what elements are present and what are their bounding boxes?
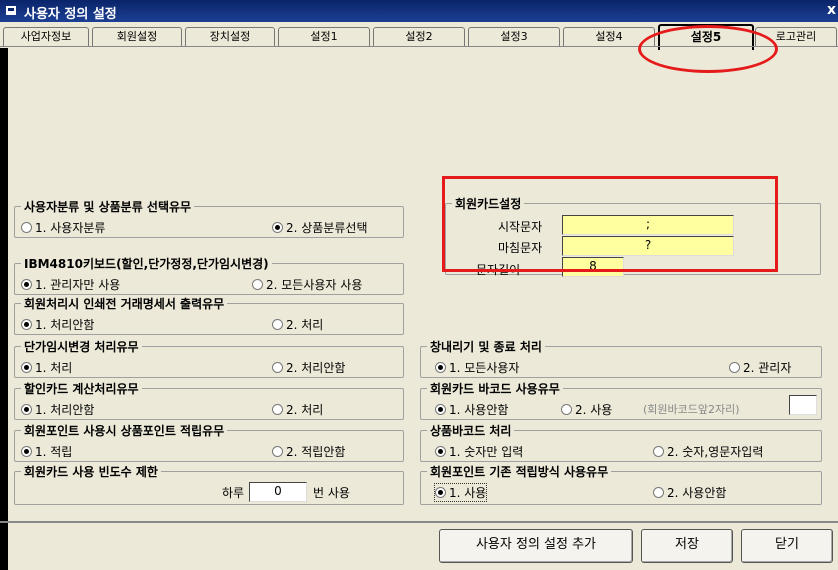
highlight-oval (638, 25, 778, 73)
radio-price-change-yes[interactable]: 1. 처리 (21, 359, 72, 376)
radio-member-print-yes[interactable]: 2. 처리 (272, 316, 323, 333)
radio-ibm-all[interactable]: 2. 모든사용자 사용 (252, 276, 362, 293)
radio-ibm-admin[interactable]: 1. 관리자만 사용 (21, 276, 120, 293)
barcode-hint: (회원바코드앞2자리) (643, 403, 740, 416)
radio-price-change-no[interactable]: 2. 처리안함 (272, 359, 345, 376)
radio-icon (729, 362, 740, 373)
group-title: 회원처리시 인쇄전 거래명세서 출력유무 (21, 295, 228, 312)
radio-discount-no[interactable]: 1. 처리안함 (21, 401, 94, 418)
radio-barcode-yes[interactable]: 2. 사용 (561, 401, 612, 418)
radio-basis-none[interactable]: 2. 사용안함 (653, 484, 726, 501)
group-title: 창내리기 및 종료 처리 (427, 338, 545, 355)
group-point-basis: 회원포인트 기존 적립방식 사용유무 1. 사용 2. 사용안함 (420, 463, 822, 505)
close-icon[interactable]: x (827, 2, 836, 18)
group-classify: 사용자분류 및 상품분류 선택유무 1. 사용자분류 2. 상품분류선택 (14, 198, 404, 238)
card-limit-input[interactable]: 0 (249, 482, 307, 502)
add-custom-setting-button[interactable]: 사용자 정의 설정 추가 (439, 529, 633, 563)
group-ibm: IBM4810키보드(할인,단가정정,단가임시변경) 1. 관리자만 사용 2.… (14, 255, 404, 295)
window-icon (6, 6, 16, 15)
group-window-exit: 창내리기 및 종료 처리 1. 모든사용자 2. 관리자 (420, 338, 822, 378)
window-title: 사용자 정의 설정 (24, 7, 117, 22)
group-card-barcode: 회원카드 바코드 사용유무 1. 사용안함 2. 사용 (회원바코드앞2자리) (420, 380, 822, 420)
radio-classify-product[interactable]: 2. 상품분류선택 (272, 219, 368, 236)
tab-member[interactable]: 회원설정 (92, 27, 182, 46)
radio-discount-yes[interactable]: 2. 처리 (272, 401, 323, 418)
barcode-prefix-input[interactable] (789, 395, 817, 415)
radio-exit-all[interactable]: 1. 모든사용자 (435, 359, 519, 376)
radio-icon (653, 487, 664, 498)
radio-point-accrue[interactable]: 1. 적립 (21, 443, 72, 460)
settings-window: 사용자 정의 설정 x 사업자정보 회원설정 장치설정 설정1 설정2 설정3 … (0, 0, 838, 570)
radio-icon (272, 319, 283, 330)
group-title: 상품바코드 처리 (427, 422, 515, 439)
radio-icon (561, 404, 572, 415)
radio-icon (21, 404, 32, 415)
radio-exit-admin[interactable]: 2. 관리자 (729, 359, 791, 376)
group-title: 할인카드 계산처리유무 (21, 380, 142, 397)
radio-icon (435, 487, 446, 498)
card-limit-prefix: 하루 (222, 486, 245, 500)
radio-product-num[interactable]: 1. 숫자만 입력 (435, 443, 523, 460)
card-limit-suffix: 번 사용 (313, 486, 350, 500)
group-title: 회원카드 사용 빈도수 제한 (21, 463, 161, 480)
radio-point-none[interactable]: 2. 적립안함 (272, 443, 345, 460)
radio-icon (272, 362, 283, 373)
radio-icon (21, 279, 32, 290)
radio-member-print-no[interactable]: 1. 처리안함 (21, 316, 94, 333)
highlight-box (442, 176, 778, 272)
group-title: IBM4810키보드(할인,단가정정,단가임시변경) (21, 255, 272, 272)
radio-classify-user[interactable]: 1. 사용자분류 (21, 219, 105, 236)
radio-icon (435, 446, 446, 457)
group-card-limit: 회원카드 사용 빈도수 제한 하루 0 번 사용 (14, 463, 404, 505)
radio-icon (272, 404, 283, 415)
radio-icon (435, 404, 446, 415)
radio-icon (653, 446, 664, 457)
tab-business-info[interactable]: 사업자정보 (3, 27, 89, 46)
group-member-print: 회원처리시 인쇄전 거래명세서 출력유무 1. 처리안함 2. 처리 (14, 295, 404, 335)
group-product-barcode: 상품바코드 처리 1. 숫자만 입력 2. 숫자,영문자입력 (420, 422, 822, 462)
tab-setting3[interactable]: 설정3 (468, 27, 560, 46)
radio-icon (21, 319, 32, 330)
group-discount-card: 할인카드 계산처리유무 1. 처리안함 2. 처리 (14, 380, 404, 420)
footer-divider (0, 521, 838, 523)
radio-icon (21, 222, 32, 233)
radio-basis-use[interactable]: 1. 사용 (433, 483, 488, 502)
radio-icon (21, 446, 32, 457)
radio-icon (21, 362, 32, 373)
radio-product-alnum[interactable]: 2. 숫자,영문자입력 (653, 443, 763, 460)
radio-icon (252, 279, 263, 290)
group-title: 단가임시변경 처리유무 (21, 338, 142, 355)
radio-barcode-no[interactable]: 1. 사용안함 (435, 401, 508, 418)
group-title: 회원포인트 사용시 상품포인트 적립유무 (21, 422, 228, 439)
group-member-point: 회원포인트 사용시 상품포인트 적립유무 1. 적립 2. 적립안함 (14, 422, 404, 462)
left-edge (0, 48, 8, 570)
radio-icon (435, 362, 446, 373)
group-title: 사용자분류 및 상품분류 선택유무 (21, 198, 195, 215)
close-button[interactable]: 닫기 (741, 529, 833, 563)
group-price-change: 단가임시변경 처리유무 1. 처리 2. 처리안함 (14, 338, 404, 378)
radio-icon (272, 222, 283, 233)
title-bar: 사용자 정의 설정 x (0, 0, 838, 22)
tab-setting2[interactable]: 설정2 (373, 27, 465, 46)
group-title: 회원포인트 기존 적립방식 사용유무 (427, 463, 612, 480)
tab-device[interactable]: 장치설정 (185, 27, 275, 46)
group-title: 회원카드 바코드 사용유무 (427, 380, 563, 397)
save-button[interactable]: 저장 (641, 529, 733, 563)
tab-setting1[interactable]: 설정1 (278, 27, 370, 46)
radio-icon (272, 446, 283, 457)
